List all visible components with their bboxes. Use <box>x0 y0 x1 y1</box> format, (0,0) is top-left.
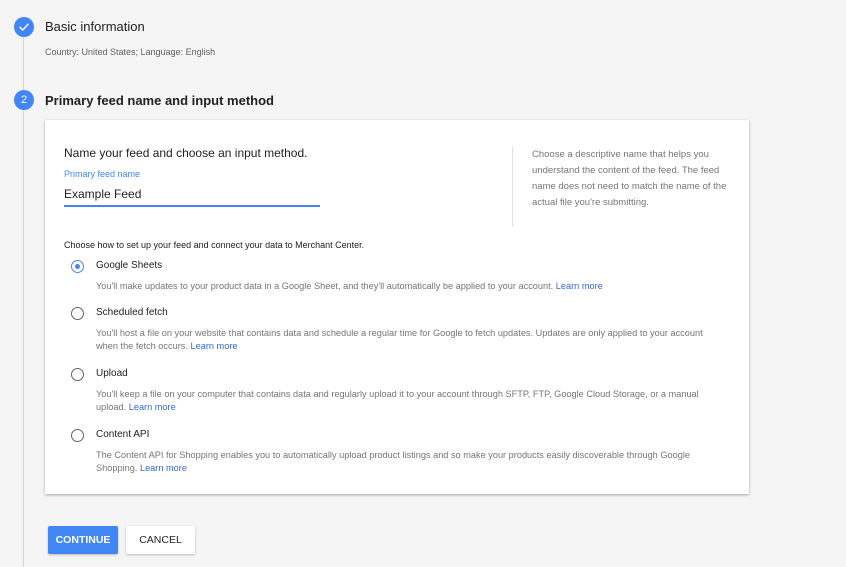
radio-scheduled-fetch[interactable] <box>71 307 84 320</box>
input-method-prompt: Choose how to set up your feed and conne… <box>64 240 365 250</box>
cancel-button[interactable]: CANCEL <box>126 526 195 554</box>
step-2-title: Primary feed name and input method <box>45 93 274 108</box>
learn-more-link[interactable]: Learn more <box>556 281 603 291</box>
option-description: You'll make updates to your product data… <box>96 280 706 293</box>
radio-google-sheets[interactable] <box>71 260 84 273</box>
option-description: The Content API for Shopping enables you… <box>96 449 706 475</box>
option-description: You'll keep a file on your computer that… <box>96 388 706 414</box>
step-1-summary: Country: United States; Language: Englis… <box>45 47 216 57</box>
feed-name-label: Primary feed name <box>64 169 141 179</box>
learn-more-link[interactable]: Learn more <box>191 341 238 351</box>
option-description-text: You'll keep a file on your computer that… <box>96 389 699 412</box>
card-heading: Name your feed and choose an input metho… <box>64 146 308 160</box>
feed-setup-page: Basic information Country: United States… <box>0 0 846 567</box>
option-description: You'll host a file on your website that … <box>96 327 706 353</box>
option-title: Scheduled fetch <box>96 307 168 318</box>
option-title: Upload <box>96 368 128 379</box>
option-description-text: You'll make updates to your product data… <box>96 281 554 291</box>
feed-name-input[interactable] <box>64 183 320 207</box>
stepper-rail <box>23 30 24 567</box>
continue-button[interactable]: CONTINUE <box>48 526 118 554</box>
option-title: Content API <box>96 429 150 440</box>
feed-name-help-text: Choose a descriptive name that helps you… <box>532 149 727 208</box>
radio-upload[interactable] <box>71 368 84 381</box>
feed-settings-card: Name your feed and choose an input metho… <box>45 120 749 494</box>
step-complete-indicator <box>14 17 34 37</box>
option-title: Google Sheets <box>96 260 163 271</box>
option-description-text: You'll host a file on your website that … <box>96 328 703 351</box>
step-2-number: 2 <box>14 90 34 110</box>
step-1-title[interactable]: Basic information <box>45 19 145 34</box>
check-icon <box>19 23 29 31</box>
help-divider <box>512 147 513 227</box>
learn-more-link[interactable]: Learn more <box>140 463 187 473</box>
learn-more-link[interactable]: Learn more <box>129 402 176 412</box>
radio-content-api[interactable] <box>71 429 84 442</box>
